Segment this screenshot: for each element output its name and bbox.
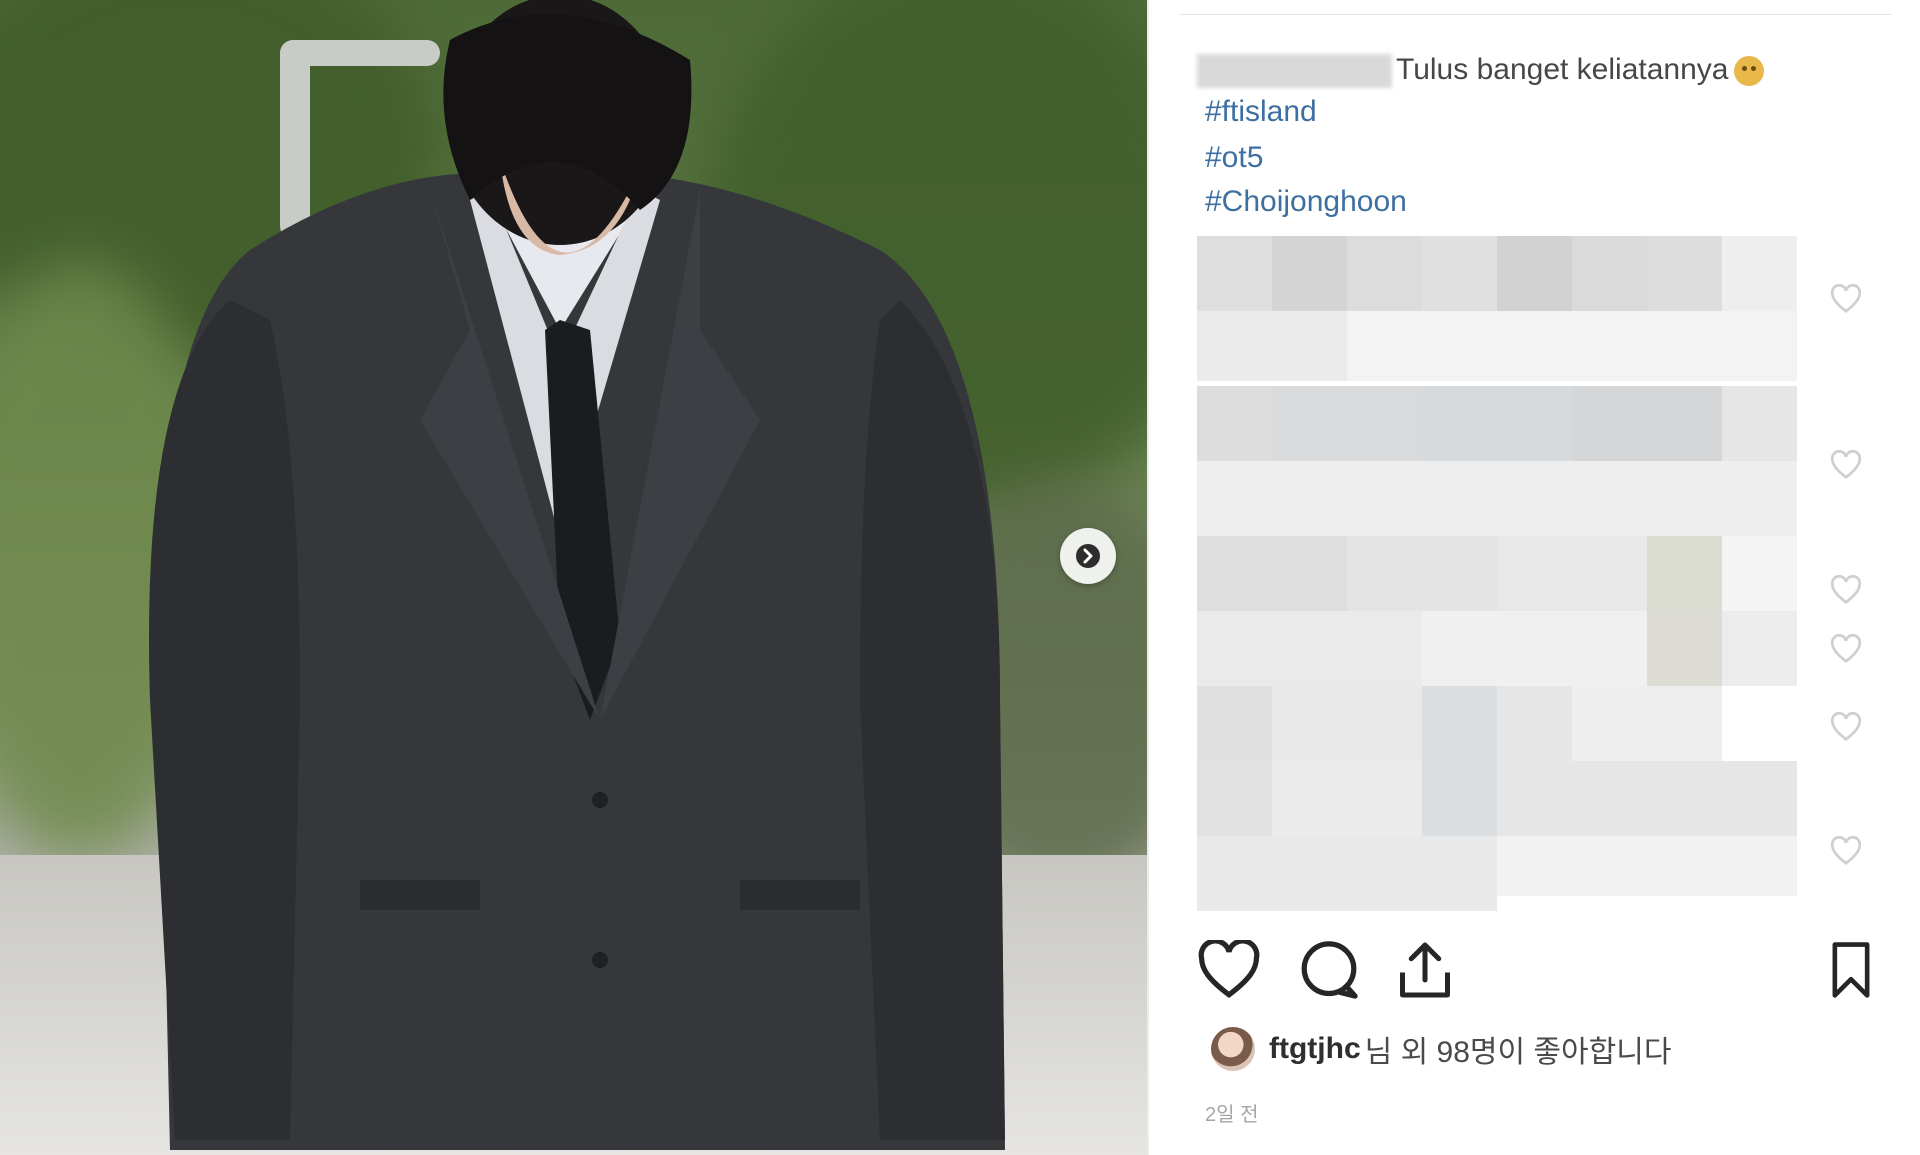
redacted-block (1497, 236, 1572, 311)
person-in-suit (149, 0, 1005, 1150)
heart-icon[interactable] (1197, 940, 1261, 1000)
redacted-block (1347, 236, 1422, 311)
redacted-block (1197, 536, 1347, 611)
bookmark-icon[interactable] (1823, 940, 1879, 1000)
redacted-block (1347, 536, 1497, 611)
redacted-block (1497, 686, 1572, 761)
redacted-block (1722, 611, 1797, 686)
comment-heart-icon[interactable] (1829, 575, 1863, 605)
post-action-bar (1197, 940, 1897, 1000)
redacted-block (1572, 236, 1647, 311)
redacted-block (1647, 536, 1722, 611)
divider (1179, 14, 1892, 15)
post-details-panel: Tulus banget keliatannya #ftisland #ot5 … (1147, 0, 1920, 1155)
caption-text: Tulus banget keliatannya (1396, 53, 1729, 86)
post-caption: Tulus banget keliatannya (1197, 48, 1765, 92)
redacted-block (1422, 611, 1647, 686)
emoji-icon (1734, 56, 1765, 87)
chevron-right-icon (1076, 544, 1100, 568)
avatar[interactable] (1211, 1027, 1255, 1071)
redacted-block (1197, 761, 1272, 836)
comment-heart-icon[interactable] (1829, 450, 1863, 480)
redacted-block (1722, 236, 1797, 311)
redacted-block (1197, 386, 1272, 461)
redacted-block (1497, 761, 1797, 836)
likes-username-link[interactable]: ftgtjhc (1269, 1032, 1361, 1066)
hashtag-choijonghoon[interactable]: #Choijonghoon (1205, 182, 1407, 222)
hashtag-ot5[interactable]: #ot5 (1205, 138, 1263, 178)
comment-bubble-icon[interactable] (1297, 940, 1361, 1000)
redacted-block (1422, 386, 1572, 461)
comment-heart-icon[interactable] (1829, 634, 1863, 664)
comments-redacted (1197, 236, 1817, 916)
redacted-block (1722, 536, 1797, 611)
redacted-block (1497, 836, 1797, 896)
redacted-block (1197, 236, 1272, 311)
redacted-block (1272, 236, 1347, 311)
redacted-block (1647, 611, 1722, 686)
comment-heart-icon[interactable] (1829, 836, 1863, 866)
redacted-block (1272, 686, 1422, 761)
next-photo-button[interactable] (1060, 528, 1116, 584)
redacted-block (1722, 386, 1797, 461)
hashtag-ftisland[interactable]: #ftisland (1205, 92, 1317, 132)
likes-summary: ftgtjhc 님 외 98명이 좋아합니다 (1211, 1026, 1671, 1072)
caption-username-redacted (1197, 54, 1392, 89)
redacted-block (1497, 536, 1647, 611)
redacted-block (1647, 236, 1722, 311)
comment-heart-icon[interactable] (1829, 284, 1863, 314)
redacted-block (1572, 386, 1722, 461)
redacted-block (1197, 611, 1422, 686)
redacted-block (1197, 686, 1272, 761)
post-timestamp: 2일 전 (1205, 1104, 1259, 1126)
redacted-block (1422, 236, 1497, 311)
post-photo (0, 0, 1147, 1155)
comment-heart-icon[interactable] (1829, 712, 1863, 742)
share-upload-icon[interactable] (1393, 940, 1457, 1000)
redacted-block (1347, 311, 1797, 381)
redacted-block (1272, 761, 1422, 836)
redacted-block (1197, 836, 1497, 911)
redacted-block (1197, 461, 1797, 536)
redacted-block (1422, 686, 1497, 836)
redacted-block (1197, 311, 1347, 381)
likes-count-text[interactable]: 님 외 98명이 좋아합니다 (1365, 1027, 1672, 1071)
redacted-block (1572, 686, 1722, 761)
redacted-block (1272, 386, 1422, 461)
